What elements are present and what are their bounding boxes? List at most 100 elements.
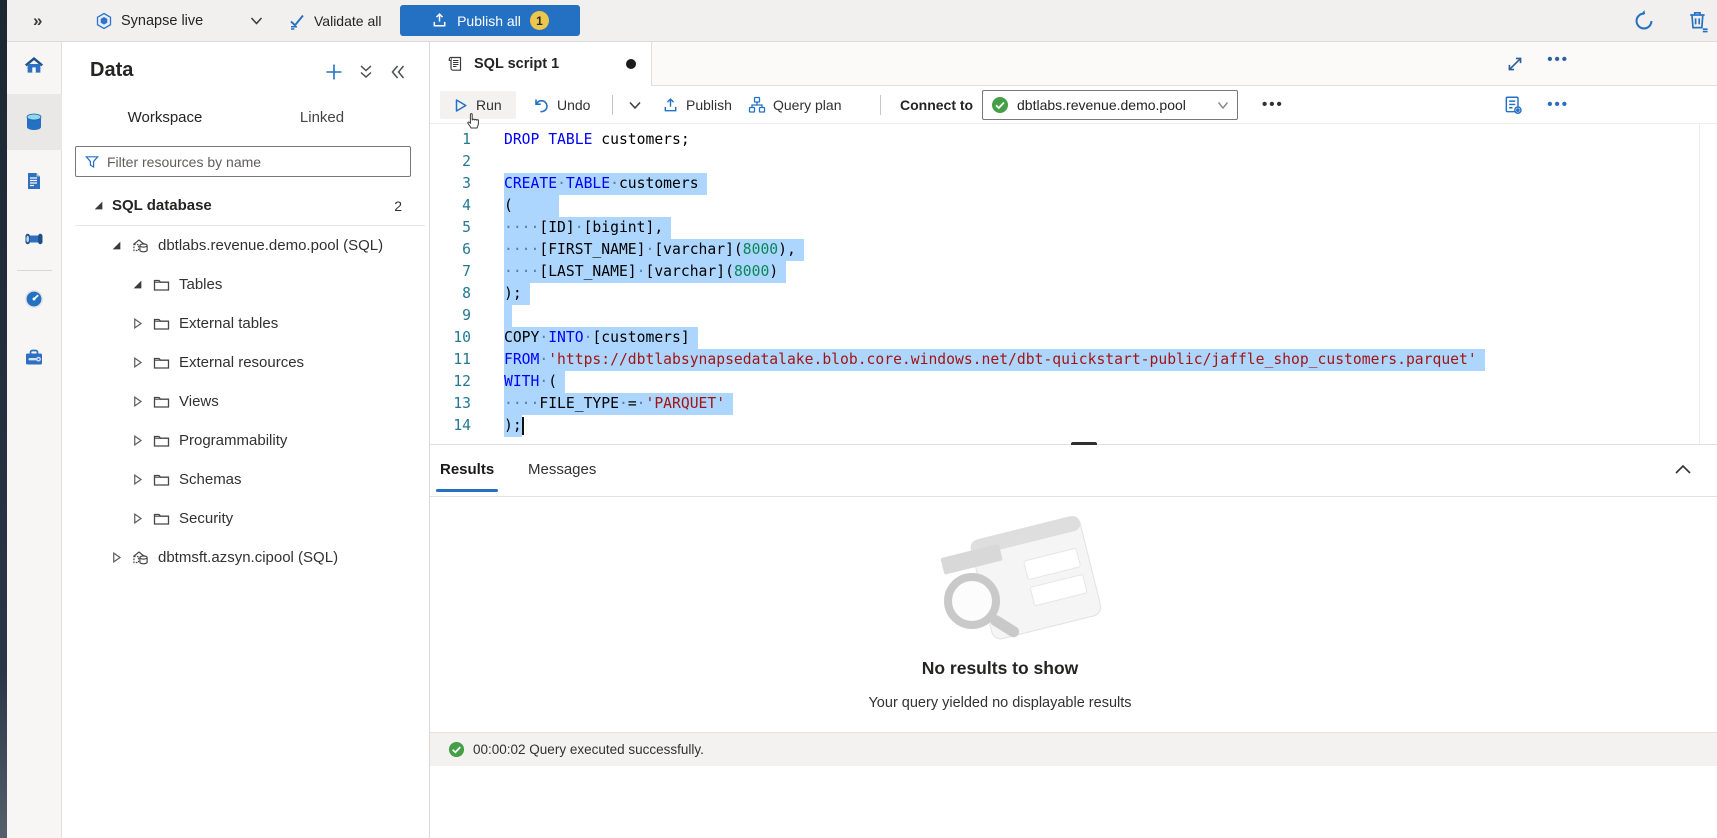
tree-item[interactable]: External resources <box>62 343 430 382</box>
tree-item-label: dbtmsft.azsyn.cipool (SQL) <box>158 549 338 566</box>
editor-toolbar: Run Undo Publish <box>430 86 1717 124</box>
collapse-results-chevron-icon[interactable] <box>1673 460 1693 480</box>
folder-icon <box>151 276 171 294</box>
tree-item[interactable]: Programmability <box>62 421 430 460</box>
sql-code-editor[interactable]: 1DROP TABLE customers;23CREATE·TABLE·cus… <box>430 124 1699 444</box>
code-lines: 1DROP TABLE customers;23CREATE·TABLE·cus… <box>430 124 1699 437</box>
line-number: 10 <box>430 327 471 349</box>
query-plan-icon <box>748 96 766 114</box>
twisty-icon[interactable] <box>131 318 143 330</box>
tab-linked[interactable]: Linked <box>280 102 364 132</box>
tree-item[interactable]: Security <box>62 499 430 538</box>
line-number: 14 <box>430 415 471 437</box>
tree-item-label: Views <box>179 393 219 410</box>
twisty-icon[interactable] <box>110 240 122 252</box>
tab-more-actions-icon[interactable]: ••• <box>1547 51 1569 68</box>
publish-upload-icon <box>662 97 679 114</box>
code-line[interactable]: 4( <box>430 195 1699 217</box>
monitor-hub-icon[interactable] <box>23 288 45 310</box>
tree-item[interactable]: Tables <box>62 265 430 304</box>
code-line[interactable]: 13····FILE_TYPE·=·'PARQUET' <box>430 393 1699 415</box>
twisty-icon[interactable] <box>131 474 143 486</box>
twisty-icon[interactable] <box>110 552 122 564</box>
code-line[interactable]: 10COPY·INTO·[customers] <box>430 327 1699 349</box>
undo-button[interactable]: Undo <box>532 86 590 124</box>
filter-input[interactable] <box>107 154 402 170</box>
editor-scrollbar[interactable] <box>1699 124 1717 444</box>
query-plan-label: Query plan <box>773 97 841 113</box>
integrate-hub-icon[interactable] <box>23 228 45 250</box>
twisty-icon[interactable] <box>131 279 143 291</box>
expand-editor-icon[interactable] <box>1505 54 1525 74</box>
develop-hub-icon[interactable] <box>23 170 45 192</box>
validate-all-button[interactable]: Validate all <box>288 0 381 42</box>
tree-item[interactable]: External tables <box>62 304 430 343</box>
twisty-icon[interactable] <box>131 435 143 447</box>
publish-button[interactable]: Publish <box>662 86 732 124</box>
collapse-all-icon[interactable] <box>356 62 376 82</box>
filter-box <box>75 146 411 177</box>
run-options-chevron-icon[interactable] <box>628 100 642 111</box>
code-line[interactable]: 12WITH·( <box>430 371 1699 393</box>
chevron-down-icon[interactable] <box>250 16 263 26</box>
tree-item[interactable]: Views <box>62 382 430 421</box>
synapse-logo-icon <box>95 12 113 30</box>
editor-more-actions-icon[interactable]: ••• <box>1547 96 1569 113</box>
toolbar-divider <box>880 95 881 115</box>
query-plan-button[interactable]: Query plan <box>748 86 841 124</box>
run-button[interactable]: Run <box>452 86 502 124</box>
code-line[interactable]: 11FROM·'https://dbtlabsynapsedatalake.bl… <box>430 349 1699 371</box>
manage-hub-icon[interactable] <box>23 346 45 368</box>
data-panel: Data Workspace Linked SQL database2dbtla… <box>62 42 430 838</box>
tab-sql-script[interactable]: SQL script 1 <box>430 42 652 86</box>
tree-item[interactable]: dbtlabs.revenue.demo.pool (SQL) <box>62 226 430 265</box>
tree-item[interactable]: dbtmsft.azsyn.cipool (SQL) <box>62 538 430 577</box>
validate-check-icon <box>288 12 306 30</box>
code-line[interactable]: 6····[FIRST_NAME]·[varchar](8000), <box>430 239 1699 261</box>
sql-pool-icon <box>130 549 150 567</box>
line-number: 7 <box>430 261 471 283</box>
expand-toolbar-button[interactable]: » <box>33 0 42 42</box>
tree-item[interactable]: Schemas <box>62 460 430 499</box>
code-line[interactable]: 9 <box>430 305 1699 327</box>
run-label: Run <box>476 97 502 113</box>
publish-icon <box>431 12 448 29</box>
environment-selector[interactable]: Synapse live <box>95 0 203 42</box>
status-message: 00:00:02 Query executed successfully. <box>473 742 704 757</box>
twisty-icon[interactable] <box>131 513 143 525</box>
tree-item-label: SQL database <box>112 197 212 214</box>
code-line[interactable]: 1DROP TABLE customers; <box>430 129 1699 151</box>
resource-tree: SQL database2dbtlabs.revenue.demo.pool (… <box>62 186 430 577</box>
home-icon[interactable] <box>23 54 45 76</box>
synapse-studio-window: » Synapse live Validate all <box>0 0 1717 838</box>
more-commands-icon[interactable]: ••• <box>1262 96 1284 113</box>
add-resource-icon[interactable] <box>324 62 344 82</box>
sql-script-icon <box>446 55 464 73</box>
tab-workspace[interactable]: Workspace <box>94 102 236 132</box>
tab-results[interactable]: Results <box>440 445 494 493</box>
refresh-icon[interactable] <box>1632 9 1656 33</box>
pool-select-dropdown[interactable]: dbtlabs.revenue.demo.pool <box>982 90 1238 120</box>
tree-item[interactable]: SQL database2 <box>62 186 430 225</box>
success-check-icon <box>448 741 465 758</box>
twisty-icon[interactable] <box>92 200 104 212</box>
data-hub-icon[interactable] <box>23 111 45 133</box>
twisty-icon[interactable] <box>131 396 143 408</box>
code-line[interactable]: 2 <box>430 151 1699 173</box>
tree-item-label: Programmability <box>179 432 287 449</box>
line-number: 11 <box>430 349 471 371</box>
activity-rail <box>7 42 62 838</box>
collapse-panel-icon[interactable] <box>388 62 408 82</box>
folder-icon <box>151 510 171 528</box>
code-line[interactable]: 3CREATE·TABLE·customers <box>430 173 1699 195</box>
discard-all-trash-icon[interactable] <box>1686 9 1710 33</box>
tab-messages[interactable]: Messages <box>528 445 596 493</box>
twisty-icon[interactable] <box>131 357 143 369</box>
code-line[interactable]: 7····[LAST_NAME]·[varchar](8000) <box>430 261 1699 283</box>
properties-icon[interactable] <box>1503 95 1523 115</box>
code-line[interactable]: 14); <box>430 415 1699 437</box>
unsaved-changes-dot <box>626 59 636 69</box>
publish-all-button[interactable]: Publish all 1 <box>400 5 580 36</box>
code-line[interactable]: 5····[ID]·[bigint], <box>430 217 1699 239</box>
code-line[interactable]: 8); <box>430 283 1699 305</box>
